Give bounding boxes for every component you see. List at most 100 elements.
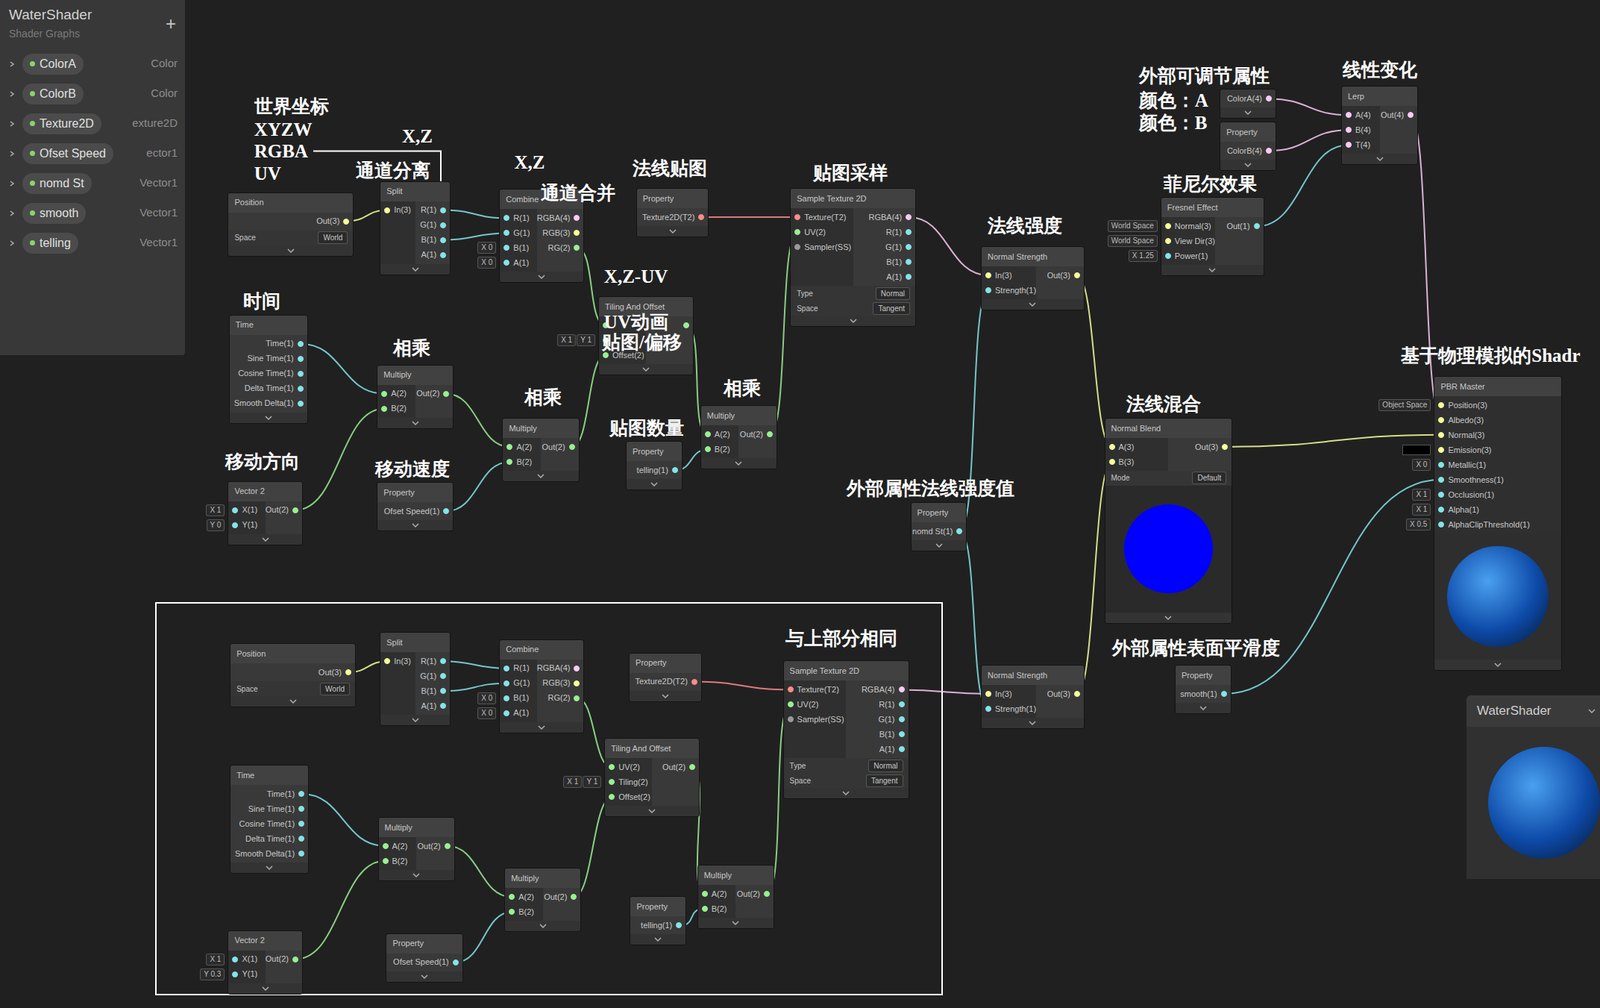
port-dot[interactable] xyxy=(297,370,304,377)
port-dot[interactable] xyxy=(382,857,389,864)
chevron-icon[interactable] xyxy=(1244,109,1252,116)
wire[interactable] xyxy=(446,393,510,447)
graph-node[interactable]: Fresnel EffectWorld SpaceNormal(3)World … xyxy=(1161,197,1264,276)
port-dot[interactable] xyxy=(508,908,515,915)
port-dot[interactable] xyxy=(440,252,447,259)
port-dot[interactable] xyxy=(503,710,510,717)
port-dot[interactable] xyxy=(1221,443,1228,450)
port-dot[interactable] xyxy=(608,778,615,785)
inline-value[interactable]: World Space xyxy=(1108,235,1157,247)
port-dot[interactable] xyxy=(443,507,450,514)
port-dot[interactable] xyxy=(573,214,580,221)
input-port[interactable]: G(1) xyxy=(499,225,538,241)
graph-node[interactable]: Normal StrengthIn(3)Strength(1)Out(3) xyxy=(981,246,1084,310)
port-dot[interactable] xyxy=(602,352,609,359)
port-dot[interactable] xyxy=(1438,476,1445,483)
input-port[interactable]: A(2) xyxy=(377,386,416,402)
port-dot[interactable] xyxy=(898,731,905,737)
port-dot[interactable] xyxy=(1165,252,1172,259)
chevron-icon[interactable] xyxy=(650,481,658,488)
port-dot[interactable] xyxy=(503,259,510,266)
chevron-icon[interactable] xyxy=(1208,267,1216,274)
port-dot[interactable] xyxy=(794,228,801,235)
input-port[interactable]: Smoothness(1) xyxy=(1434,472,1562,488)
output-port[interactable]: G(1) xyxy=(853,239,916,255)
port-dot[interactable] xyxy=(672,466,679,473)
chevron-icon[interactable] xyxy=(8,210,17,217)
inline-value[interactable]: World Space xyxy=(1108,220,1157,232)
port-dot[interactable] xyxy=(787,701,794,708)
port-dot[interactable] xyxy=(503,244,510,251)
output-port[interactable]: R(1) xyxy=(415,202,451,218)
port-dot[interactable] xyxy=(1109,458,1116,465)
port-dot[interactable] xyxy=(381,405,388,412)
port-dot[interactable] xyxy=(1345,126,1352,133)
property-pill[interactable]: Ofset Speed xyxy=(22,143,114,165)
port-dot[interactable] xyxy=(905,258,912,265)
node-footer[interactable] xyxy=(228,534,302,545)
chevron-icon[interactable] xyxy=(648,807,656,814)
output-port[interactable]: Out(2) xyxy=(735,886,774,902)
output-port[interactable]: Out(2) xyxy=(415,386,454,402)
output-port[interactable]: R(1) xyxy=(853,224,916,240)
property-pill[interactable]: telling xyxy=(22,232,79,254)
port-dot[interactable] xyxy=(1345,141,1352,148)
blackboard-property[interactable]: smoothVector1 xyxy=(0,198,185,229)
node-footer[interactable] xyxy=(377,519,453,531)
graph-node[interactable]: SplitIn(3)R(1)G(1)B(1)A(1) xyxy=(380,182,450,275)
node-footer[interactable] xyxy=(504,920,581,931)
node-footer[interactable] xyxy=(783,787,909,799)
input-port[interactable]: Y 0Y(1) xyxy=(228,517,265,533)
node-footer[interactable] xyxy=(981,717,1084,729)
graph-node[interactable]: TimeTime(1)Sine Time(1)Cosine Time(1)Del… xyxy=(229,315,308,423)
input-port[interactable]: Texture(T2) xyxy=(783,681,846,697)
port-dot[interactable] xyxy=(231,522,238,529)
output-port[interactable]: Out(3) xyxy=(230,664,356,680)
output-port[interactable]: A(1) xyxy=(845,741,908,757)
input-port[interactable]: X 0.5AlphaClipThreshold(1) xyxy=(1434,516,1562,532)
chevron-icon[interactable] xyxy=(661,692,670,699)
port-dot[interactable] xyxy=(905,273,912,280)
port-dot[interactable] xyxy=(503,229,510,236)
output-port[interactable]: Ofset Speed(1) xyxy=(377,503,453,519)
inline-value[interactable]: X 0 xyxy=(478,692,496,704)
chevron-icon[interactable] xyxy=(287,247,295,254)
port-dot[interactable] xyxy=(1265,95,1272,102)
wire[interactable] xyxy=(443,210,507,219)
output-port[interactable]: A(1) xyxy=(415,247,451,263)
graph-node[interactable]: Vector 2X 1X(1)Y 0Y(1)Out(2) xyxy=(228,481,302,545)
wire[interactable] xyxy=(1268,129,1349,151)
input-port[interactable]: X 1Occlusion(1) xyxy=(1434,487,1562,503)
input-port[interactable]: T(4) xyxy=(1341,137,1380,153)
input-port[interactable]: X 1Alpha(1) xyxy=(1434,502,1562,517)
graph-node[interactable]: MultiplyA(2)B(2)Out(2) xyxy=(502,418,579,482)
port-dot[interactable] xyxy=(985,287,992,294)
input-port[interactable]: B(3) xyxy=(1105,454,1169,470)
inline-field[interactable]: World Space xyxy=(1108,235,1157,247)
port-dot[interactable] xyxy=(905,243,912,250)
port-dot[interactable] xyxy=(1438,506,1445,513)
port-dot[interactable] xyxy=(440,672,447,679)
wire[interactable] xyxy=(301,793,385,846)
input-port[interactable]: X 0Metallic(1) xyxy=(1434,457,1562,473)
chevron-icon[interactable] xyxy=(669,228,677,235)
inline-field[interactable]: Y 0.3 xyxy=(200,968,224,980)
output-port[interactable]: B(1) xyxy=(415,232,451,248)
chevron-icon[interactable] xyxy=(1494,661,1502,668)
add-button[interactable]: + xyxy=(165,4,177,33)
port-dot[interactable] xyxy=(440,222,447,229)
graph-node[interactable]: Normal BlendA(3)B(3)Out(3)ModeDefault xyxy=(1105,418,1233,623)
chevron-icon[interactable] xyxy=(1028,301,1037,308)
graph-node[interactable]: CombineR(1)G(1)X 0B(1)X 0A(1)RGBA(4)RGB(… xyxy=(499,640,584,733)
inline-value[interactable]: Object Space xyxy=(1379,399,1430,411)
chevron-icon[interactable] xyxy=(935,542,943,549)
port-dot[interactable] xyxy=(704,446,711,453)
inline-field[interactable]: X 1Y 1 xyxy=(563,776,601,787)
port-dot[interactable] xyxy=(1253,223,1260,229)
input-port[interactable]: A(2) xyxy=(698,886,737,902)
output-port[interactable]: Out(4) xyxy=(1379,107,1418,123)
input-port[interactable]: Object SpacePosition(3) xyxy=(1434,397,1562,413)
port-dot[interactable] xyxy=(689,763,696,770)
port-dot[interactable] xyxy=(292,507,299,514)
input-port[interactable]: In(3) xyxy=(981,686,1037,702)
